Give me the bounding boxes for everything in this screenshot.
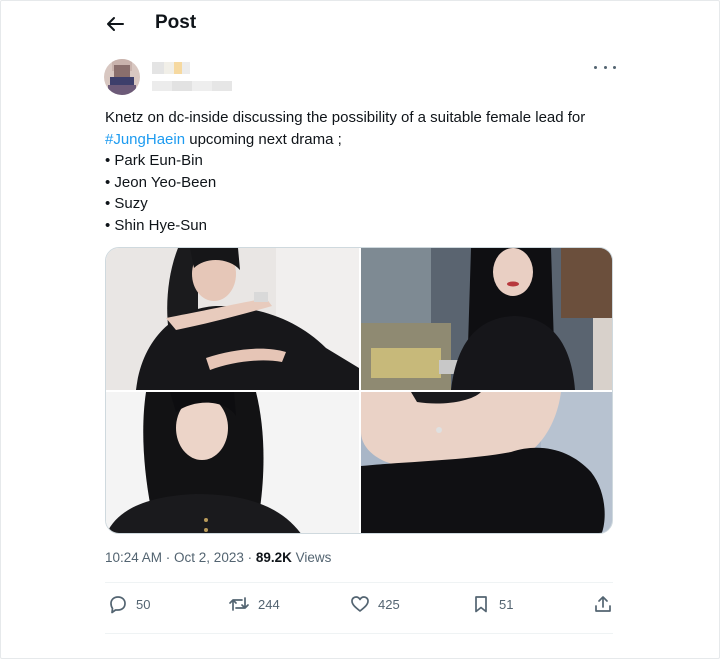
meta-separator: · <box>243 550 256 565</box>
action-bar: 50 244 425 51 <box>105 590 613 618</box>
divider <box>105 582 613 583</box>
more-dot-icon <box>613 65 616 69</box>
divider <box>105 633 613 634</box>
reply-count: 50 <box>136 596 151 612</box>
reply-icon <box>110 596 126 614</box>
views-label: Views <box>291 550 332 565</box>
share-icon <box>595 596 611 612</box>
photo-3[interactable] <box>106 392 359 533</box>
bookmark-count: 51 <box>499 596 514 612</box>
author-name-redacted[interactable] <box>152 62 190 74</box>
avatar[interactable] <box>104 59 140 95</box>
more-dot-icon <box>594 65 597 69</box>
like-count: 425 <box>378 596 400 612</box>
repost-count: 244 <box>258 596 280 612</box>
arrow-left-icon <box>107 17 124 31</box>
like-button[interactable]: 425 <box>350 590 400 618</box>
bookmark-icon <box>475 596 487 613</box>
post-time[interactable]: 10:24 AM <box>105 550 162 565</box>
repost-icon <box>229 597 249 611</box>
more-options-button[interactable] <box>594 59 616 75</box>
photo-1[interactable] <box>106 248 359 390</box>
post-header: Post <box>0 0 720 48</box>
more-dot-icon <box>603 65 607 69</box>
heart-icon <box>351 596 369 612</box>
post-meta: 10:24 AM · Oct 2, 2023 · 89.2K Views <box>105 550 331 565</box>
repost-button[interactable]: 244 <box>228 590 280 618</box>
post-line: • Suzy <box>105 195 148 212</box>
bookmark-button[interactable]: 51 <box>471 590 513 618</box>
post-line: • Park Eun-Bin <box>105 152 203 169</box>
photo-4[interactable] <box>361 392 612 533</box>
share-button[interactable] <box>593 590 613 618</box>
meta-separator: · <box>162 550 175 565</box>
photo-2[interactable] <box>361 248 612 390</box>
post-date[interactable]: Oct 2, 2023 <box>174 550 244 565</box>
post-line: • Jeon Yeo-Been <box>105 173 217 191</box>
post-line: • Shin Hye-Sun <box>105 216 207 234</box>
media-grid <box>105 247 613 534</box>
post-line-text: upcoming next drama ; <box>185 130 342 148</box>
reply-button[interactable]: 50 <box>108 590 150 618</box>
post-line: Knetz on dc-inside discussing the possib… <box>105 109 586 126</box>
hashtag-link[interactable]: #JungHaein <box>105 131 185 148</box>
views-count: 89.2K <box>255 550 292 565</box>
post-text: Knetz on dc-inside discussing the possib… <box>105 107 625 236</box>
post-line: #JungHaein upcoming next drama ; <box>105 129 625 151</box>
page-title: Post <box>155 12 197 33</box>
author-handle-redacted[interactable] <box>152 81 232 91</box>
back-button[interactable] <box>100 10 130 38</box>
